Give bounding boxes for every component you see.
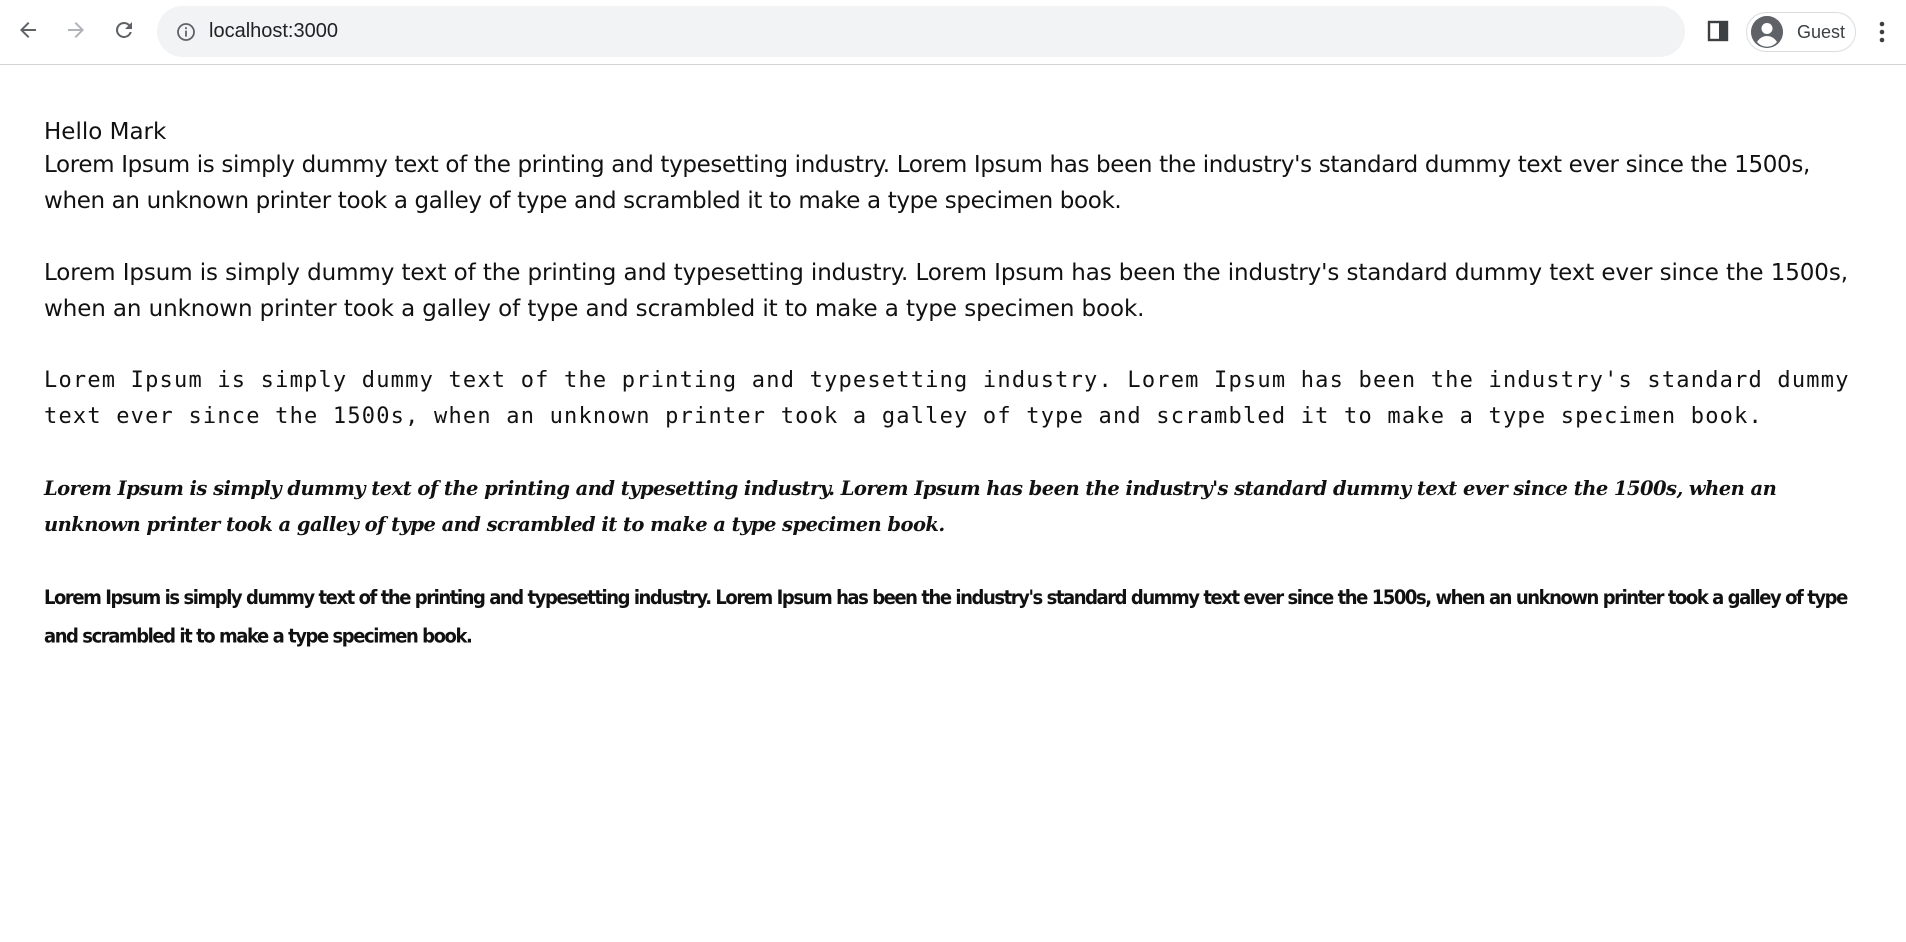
paragraph-sans: Lorem Ipsum is simply dummy text of the …	[44, 152, 1810, 214]
side-panel-icon	[1707, 20, 1729, 42]
greeting-text: Hello Mark	[44, 119, 167, 145]
paragraph-monospace: Lorem Ipsum is simply dummy text of the …	[44, 368, 1850, 429]
browser-toolbar: localhost:3000 Guest	[0, 0, 1906, 65]
url-text[interactable]: localhost:3000	[209, 20, 338, 43]
reload-button[interactable]	[108, 14, 140, 46]
paragraph-condensed-display: Lorem Ipsum is simply dummy text of the …	[44, 586, 1848, 649]
reload-icon	[116, 21, 132, 38]
browser-menu-button[interactable]	[1868, 16, 1896, 48]
forward-button[interactable]	[60, 14, 92, 46]
paragraph-geometric: Lorem Ipsum is simply dummy text of the …	[44, 260, 1848, 322]
person-icon	[1751, 16, 1783, 48]
side-panel-button[interactable]	[1704, 17, 1732, 45]
profile-button[interactable]: Guest	[1746, 12, 1856, 52]
info-icon[interactable]	[175, 21, 197, 43]
profile-label: Guest	[1797, 21, 1846, 42]
address-bar[interactable]: localhost:3000	[157, 6, 1685, 57]
back-button[interactable]	[12, 14, 44, 46]
page-content: Hello Mark Lorem Ipsum is simply dummy t…	[44, 117, 1864, 651]
three-dots-vertical-icon	[1879, 21, 1885, 43]
arrow-right-icon	[68, 22, 84, 38]
paragraph-italic-display: Lorem Ipsum is simply dummy text of the …	[44, 477, 1777, 536]
arrow-left-icon	[20, 22, 36, 38]
